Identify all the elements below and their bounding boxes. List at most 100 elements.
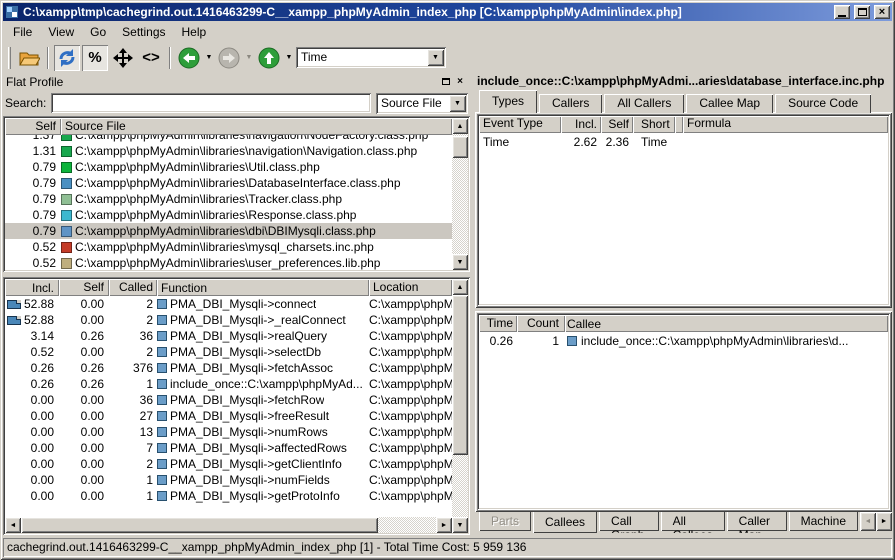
scrollbar-thumb[interactable] <box>21 517 378 533</box>
column-header-short[interactable]: Short <box>633 116 675 133</box>
function-row[interactable]: 0.26 0.26 376 PMA_DBI_Mysqli->fetchAssoc… <box>5 360 452 376</box>
maximize-button[interactable] <box>854 5 870 19</box>
menu-item[interactable]: File <box>5 23 40 41</box>
scrollbar-left-button[interactable]: ◄ <box>5 517 21 533</box>
detail-tab[interactable]: All Callers <box>604 94 684 113</box>
group-by-combo[interactable]: Source File ▼ <box>376 93 468 114</box>
file-row[interactable]: 0.79 C:\xampp\phpMyAdmin\libraries\Track… <box>5 191 452 207</box>
column-header-self[interactable]: Self <box>5 118 61 135</box>
toolbar-handle[interactable] <box>8 47 11 69</box>
menu-item[interactable]: Settings <box>114 23 173 41</box>
scrollbar-track[interactable] <box>21 517 436 533</box>
combo-dropdown-arrow-icon[interactable]: ▼ <box>449 95 466 112</box>
scrollbar-track[interactable] <box>452 134 468 254</box>
function-table-vscrollbar[interactable]: ▲ ▼ <box>452 279 468 533</box>
refresh-button[interactable] <box>54 45 80 71</box>
scrollbar-right-button[interactable]: ► <box>436 517 452 533</box>
up-dropdown-arrow-icon[interactable]: ▼ <box>284 45 294 71</box>
column-header-self[interactable]: Self <box>59 279 109 296</box>
file-row[interactable]: 0.79 C:\xampp\phpMyAdmin\libraries\Datab… <box>5 175 452 191</box>
detail-bottom-tab[interactable]: Parts <box>479 512 531 531</box>
shorten-templates-button[interactable]: <> <box>138 45 164 71</box>
column-header-called[interactable]: Called <box>109 279 157 296</box>
column-header-callee[interactable]: Callee <box>565 315 888 332</box>
toolbar-separator <box>169 47 171 69</box>
file-row[interactable]: 0.79 C:\xampp\phpMyAdmin\libraries\Util.… <box>5 159 452 175</box>
close-button[interactable]: × <box>874 5 890 19</box>
forward-icon <box>218 47 240 69</box>
column-header-function[interactable]: Function <box>157 279 369 296</box>
detail-tab[interactable]: Callers <box>539 94 602 113</box>
file-row[interactable]: 0.52 C:\xampp\phpMyAdmin\libraries\mysql… <box>5 239 452 255</box>
column-header-incl[interactable]: Incl. <box>561 116 601 133</box>
cost-color-swatch <box>61 162 72 173</box>
column-header-event-type[interactable]: Event Type <box>479 116 561 133</box>
scrollbar-down-button[interactable]: ▼ <box>452 517 468 533</box>
column-header-time[interactable]: Time <box>479 315 517 332</box>
scrollbar-thumb[interactable] <box>452 295 468 455</box>
detail-bottom-tab[interactable]: Caller Map <box>727 512 787 531</box>
file-row[interactable]: 0.79 C:\xampp\phpMyAdmin\libraries\dbi\D… <box>5 223 452 239</box>
function-row[interactable]: 0.00 0.00 1 PMA_DBI_Mysqli->getProtoInfo… <box>5 488 452 504</box>
tab-scroll-left-button[interactable]: ◄ <box>860 512 876 531</box>
scrollbar-up-button[interactable]: ▲ <box>452 279 468 295</box>
scrollbar-thumb[interactable] <box>452 136 468 158</box>
menu-item[interactable]: Go <box>82 23 114 41</box>
back-dropdown-arrow-icon[interactable]: ▼ <box>204 45 214 71</box>
combo-dropdown-arrow-icon[interactable]: ▼ <box>427 49 444 66</box>
dock-close-button[interactable]: × <box>453 75 467 88</box>
forward-button[interactable] <box>216 45 242 71</box>
column-header-incl[interactable]: Incl. <box>5 279 59 296</box>
detail-tab[interactable]: Source Code <box>775 94 871 113</box>
minimize-button[interactable] <box>834 5 850 19</box>
function-row[interactable]: 0.00 0.00 1 PMA_DBI_Mysqli->numFields C:… <box>5 472 452 488</box>
column-header-formula[interactable]: Formula <box>683 116 888 133</box>
function-row[interactable]: 0.26 0.26 1 include_once::C:\xampp\phpMy… <box>5 376 452 392</box>
detail-bottom-tab[interactable]: All Callees <box>661 512 725 531</box>
function-row[interactable]: 0.00 0.00 13 PMA_DBI_Mysqli->numRows C:\… <box>5 424 452 440</box>
function-row[interactable]: 0.00 0.00 27 PMA_DBI_Mysqli->freeResult … <box>5 408 452 424</box>
tab-scroll-right-button[interactable]: ► <box>876 512 892 531</box>
column-header-count[interactable]: Count <box>517 315 565 332</box>
search-input[interactable] <box>51 93 371 113</box>
scrollbar-up-button[interactable]: ▲ <box>452 118 468 134</box>
column-header-spacer[interactable] <box>675 116 683 133</box>
up-button[interactable] <box>256 45 282 71</box>
event-type-row[interactable]: Time 2.62 2.36 Time <box>479 133 888 150</box>
function-row[interactable]: 0.00 0.00 36 PMA_DBI_Mysqli->fetchRow C:… <box>5 392 452 408</box>
file-row[interactable]: 1.37 C:\xampp\phpMyAdmin\libraries\navig… <box>5 135 452 143</box>
file-row[interactable]: 0.79 C:\xampp\phpMyAdmin\libraries\Respo… <box>5 207 452 223</box>
menu-item[interactable]: Help <box>174 23 215 41</box>
column-header-self[interactable]: Self <box>601 116 633 133</box>
detail-bottom-tab[interactable]: Call Graph <box>599 512 659 531</box>
percent-toggle-button[interactable]: % <box>82 45 108 71</box>
title-bar[interactable]: C:\xampp\tmp\cachegrind.out.1416463299-C… <box>3 3 892 21</box>
detail-bottom-tab[interactable]: Machine <box>789 512 858 531</box>
forward-dropdown-arrow-icon[interactable]: ▼ <box>244 45 254 71</box>
function-row[interactable]: 52.88 0.00 2 PMA_DBI_Mysqli->connect C:\… <box>5 296 452 312</box>
file-row[interactable]: 0.52 C:\xampp\phpMyAdmin\libraries\user_… <box>5 255 452 270</box>
open-file-button[interactable] <box>16 45 42 71</box>
function-row[interactable]: 3.14 0.26 36 PMA_DBI_Mysqli->realQuery C… <box>5 328 452 344</box>
callee-row[interactable]: 0.26 1 include_once::C:\xampp\phpMyAdmin… <box>479 332 888 349</box>
function-row[interactable]: 0.00 0.00 7 PMA_DBI_Mysqli->affectedRows… <box>5 440 452 456</box>
column-header-source-file[interactable]: Source File <box>61 118 452 135</box>
menu-item[interactable]: View <box>40 23 82 41</box>
detail-tab[interactable]: Types <box>479 90 537 113</box>
expand-areas-button[interactable] <box>110 45 136 71</box>
back-button[interactable] <box>176 45 202 71</box>
dock-title-bar[interactable]: Flat Profile × <box>3 73 470 90</box>
dock-float-button[interactable] <box>439 75 453 88</box>
detail-tab[interactable]: Callee Map <box>686 94 773 113</box>
scrollbar-down-button[interactable]: ▼ <box>452 254 468 270</box>
detail-bottom-tab[interactable]: Callees <box>533 512 597 533</box>
column-header-location[interactable]: Location <box>369 279 452 296</box>
file-row[interactable]: 1.31 C:\xampp\phpMyAdmin\libraries\navig… <box>5 143 452 159</box>
function-row[interactable]: 52.88 0.00 2 PMA_DBI_Mysqli->_realConnec… <box>5 312 452 328</box>
function-table-hscrollbar[interactable]: ◄ ► <box>5 517 452 533</box>
function-row[interactable]: 0.00 0.00 2 PMA_DBI_Mysqli->getClientInf… <box>5 456 452 472</box>
file-table-vscrollbar[interactable]: ▲ ▼ <box>452 118 468 270</box>
scrollbar-track[interactable] <box>452 295 468 517</box>
function-row[interactable]: 0.52 0.00 2 PMA_DBI_Mysqli->selectDb C:\… <box>5 344 452 360</box>
event-type-combo[interactable]: Time ▼ <box>296 47 446 68</box>
